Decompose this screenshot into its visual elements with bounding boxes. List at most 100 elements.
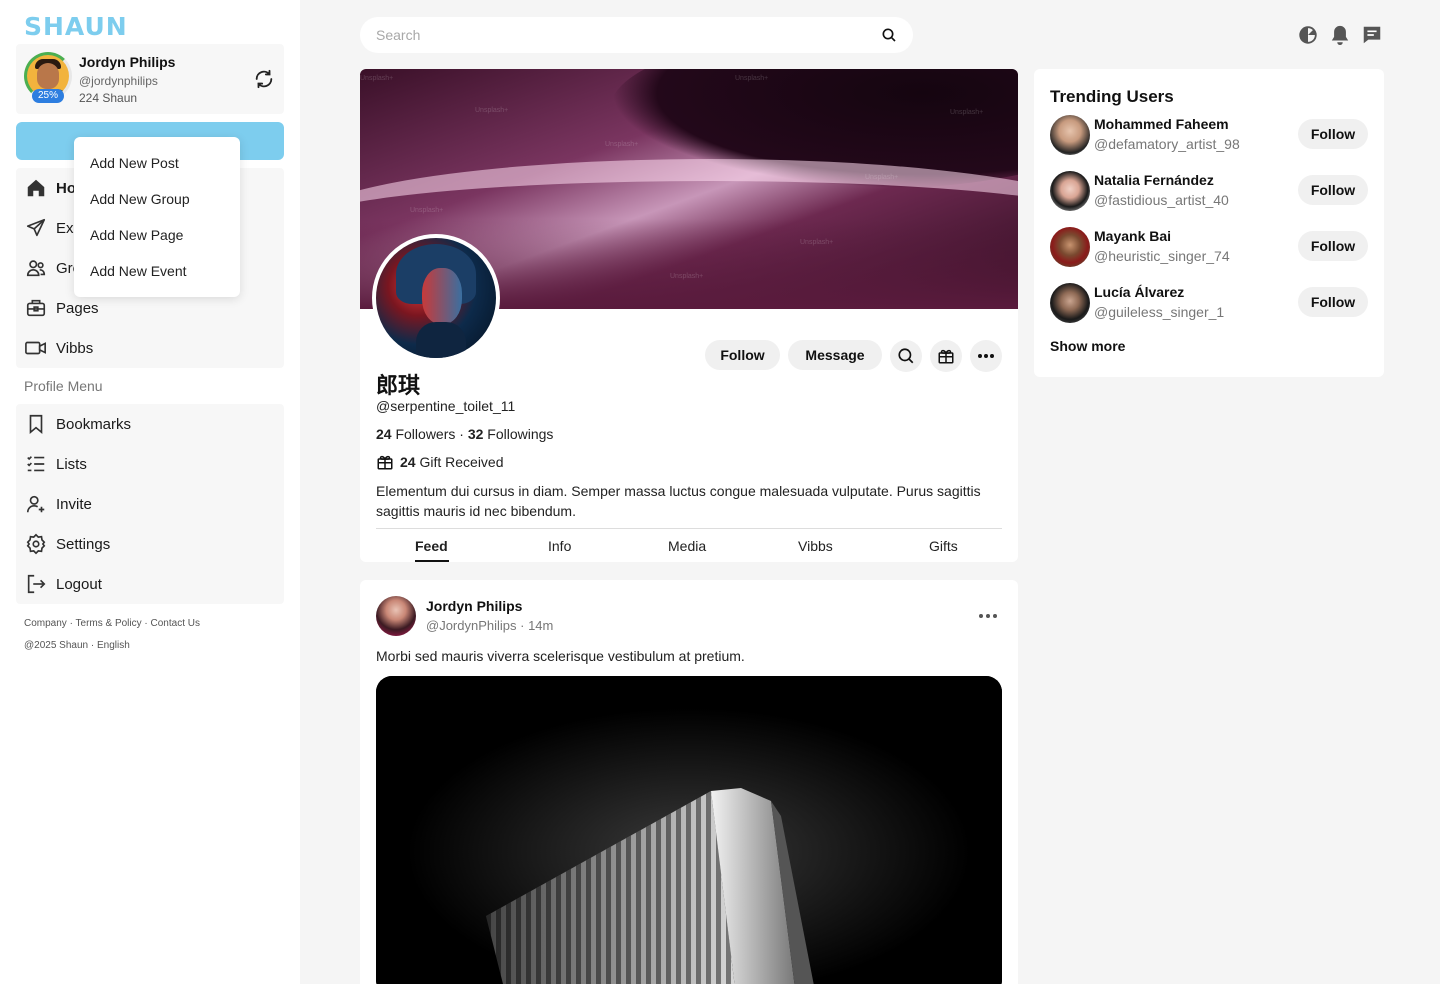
app-logo[interactable]: SHAUN	[24, 14, 128, 40]
tab-media[interactable]: Media	[668, 538, 706, 554]
explore-icon	[24, 216, 48, 240]
followings-count[interactable]: 32	[468, 426, 484, 442]
tab-feed[interactable]: Feed	[415, 538, 448, 554]
more-options-button[interactable]	[970, 340, 1002, 372]
pages-icon	[24, 296, 48, 320]
menu-add-new-post[interactable]: Add New Post	[74, 145, 240, 181]
send-gift-button[interactable]	[930, 340, 962, 372]
tab-gifts[interactable]: Gifts	[929, 538, 958, 554]
profile-handle: @serpentine_toilet_11	[376, 398, 516, 414]
trending-user-row: Mohammed Faheem @defamatory_artist_98 Fo…	[1050, 113, 1368, 157]
menu-label: Bookmarks	[56, 415, 132, 433]
notification-bell-icon[interactable]	[1330, 24, 1352, 46]
avatar[interactable]	[1050, 283, 1090, 323]
profile-panel: Unsplash+ Unsplash+ Unsplash+ Unsplash+ …	[360, 69, 1018, 562]
trending-title: Trending Users	[1050, 87, 1174, 106]
trending-user-handle: @fastidious_artist_40	[1094, 192, 1229, 208]
search-input[interactable]: Search	[376, 27, 420, 43]
cover-watermark: Unsplash+	[670, 273, 704, 280]
gift-icon	[376, 453, 394, 471]
cover-watermark: Unsplash+	[865, 174, 899, 181]
menu-label: Invite	[56, 495, 92, 513]
menu-item-bookmarks[interactable]: Bookmarks	[24, 404, 276, 444]
avatar[interactable]	[1050, 171, 1090, 211]
sidebar: SHAUN 25% Jordyn Philips @jordynphilips …	[0, 0, 300, 984]
trending-user-name[interactable]: Lucía Álvarez	[1094, 284, 1184, 300]
footer-links-line[interactable]: Company · Terms & Policy · Contact Us	[24, 613, 200, 635]
nav-label: Ho	[56, 179, 76, 197]
menu-item-logout[interactable]: Logout	[24, 564, 276, 604]
switch-account-icon[interactable]	[253, 68, 275, 90]
user-name: Jordyn Philips	[79, 54, 176, 70]
search-bar[interactable]: Search	[360, 17, 913, 53]
followers-label[interactable]: Followers ·	[395, 426, 463, 442]
cover-watermark: Unsplash+	[605, 141, 639, 148]
cover-watermark: Unsplash+	[410, 207, 444, 214]
follow-button[interactable]: Follow	[1298, 287, 1368, 317]
profile-bio: Elementum dui cursus in diam. Semper mas…	[376, 483, 981, 519]
menu-item-settings[interactable]: Settings	[24, 524, 276, 564]
menu-add-new-group[interactable]: Add New Group	[74, 181, 240, 217]
search-icon[interactable]	[881, 27, 897, 43]
menu-add-new-page[interactable]: Add New Page	[74, 217, 240, 253]
more-horizontal-icon	[977, 353, 995, 359]
follow-button[interactable]: Follow	[1298, 119, 1368, 149]
avatar[interactable]	[1050, 115, 1090, 155]
profile-tabs: Feed Info Media Vibbs Gifts	[376, 528, 1002, 562]
follow-button[interactable]: Follow	[705, 340, 780, 370]
chat-icon[interactable]	[1361, 24, 1383, 46]
trending-users-panel: Trending Users Mohammed Faheem @defamato…	[1034, 69, 1384, 377]
post-author-name[interactable]: Jordyn Philips	[426, 598, 522, 614]
message-button[interactable]: Message	[788, 340, 882, 370]
search-icon	[897, 347, 915, 365]
post-text: Morbi sed mauris viverra scelerisque ves…	[376, 648, 745, 664]
menu-label: Lists	[56, 455, 87, 473]
logout-icon	[24, 572, 48, 596]
post-author-handle: @JordynPhilips	[426, 618, 517, 633]
trending-user-row: Lucía Álvarez @guileless_singer_1 Follow	[1050, 281, 1368, 325]
gifts-label: Gift Received	[419, 454, 504, 470]
post-author-avatar[interactable]	[376, 596, 416, 636]
invite-icon	[24, 492, 48, 516]
nav-label: Pages	[56, 299, 99, 317]
cover-watermark: Unsplash+	[800, 239, 834, 246]
cover-watermark: Unsplash+	[950, 109, 984, 116]
create-dropdown-menu: Add New Post Add New Group Add New Page …	[74, 137, 240, 297]
profile-name: 郎琪	[376, 373, 421, 398]
trending-user-name[interactable]: Natalia Fernández	[1094, 172, 1214, 188]
trending-user-name[interactable]: Mohammed Faheem	[1094, 116, 1229, 132]
gifts-count: 24	[400, 454, 416, 470]
post-image[interactable]	[376, 676, 1002, 984]
menu-label: Logout	[56, 575, 102, 593]
theme-toggle-icon[interactable]	[1297, 24, 1319, 46]
tab-vibbs[interactable]: Vibbs	[798, 538, 833, 554]
trending-user-row: Mayank Bai @heuristic_singer_74 Follow	[1050, 225, 1368, 269]
post-meta: @JordynPhilips · 14m	[426, 618, 554, 633]
menu-item-lists[interactable]: Lists	[24, 444, 276, 484]
trending-user-row: Natalia Fernández @fastidious_artist_40 …	[1050, 169, 1368, 213]
post-more-icon[interactable]	[978, 608, 1002, 624]
follow-stats: 24 Followers · 32 Followings	[376, 426, 553, 442]
avatar[interactable]	[1050, 227, 1090, 267]
followings-label[interactable]: Followings	[487, 426, 553, 442]
profile-avatar[interactable]	[372, 234, 500, 362]
nav-item-vibbs[interactable]: Vibbs	[24, 328, 276, 368]
followers-count[interactable]: 24	[376, 426, 392, 442]
trending-user-name[interactable]: Mayank Bai	[1094, 228, 1171, 244]
follow-button[interactable]: Follow	[1298, 231, 1368, 261]
follow-button[interactable]: Follow	[1298, 175, 1368, 205]
show-more-link[interactable]: Show more	[1050, 338, 1125, 354]
menu-item-invite[interactable]: Invite	[24, 484, 276, 524]
profile-progress-badge: 25%	[32, 89, 64, 103]
tab-info[interactable]: Info	[548, 538, 571, 554]
menu-label: Settings	[56, 535, 111, 553]
post-time: 14m	[528, 618, 554, 633]
footer-copyright: @2025 Shaun · English	[24, 640, 130, 651]
profile-search-button[interactable]	[890, 340, 922, 372]
video-icon	[24, 336, 48, 360]
menu-add-new-event[interactable]: Add New Event	[74, 253, 240, 289]
nav-label: Vibbs	[56, 339, 94, 357]
user-profile-card[interactable]: 25% Jordyn Philips @jordynphilips 224 Sh…	[16, 44, 284, 114]
home-icon	[24, 176, 48, 200]
list-icon	[24, 452, 48, 476]
